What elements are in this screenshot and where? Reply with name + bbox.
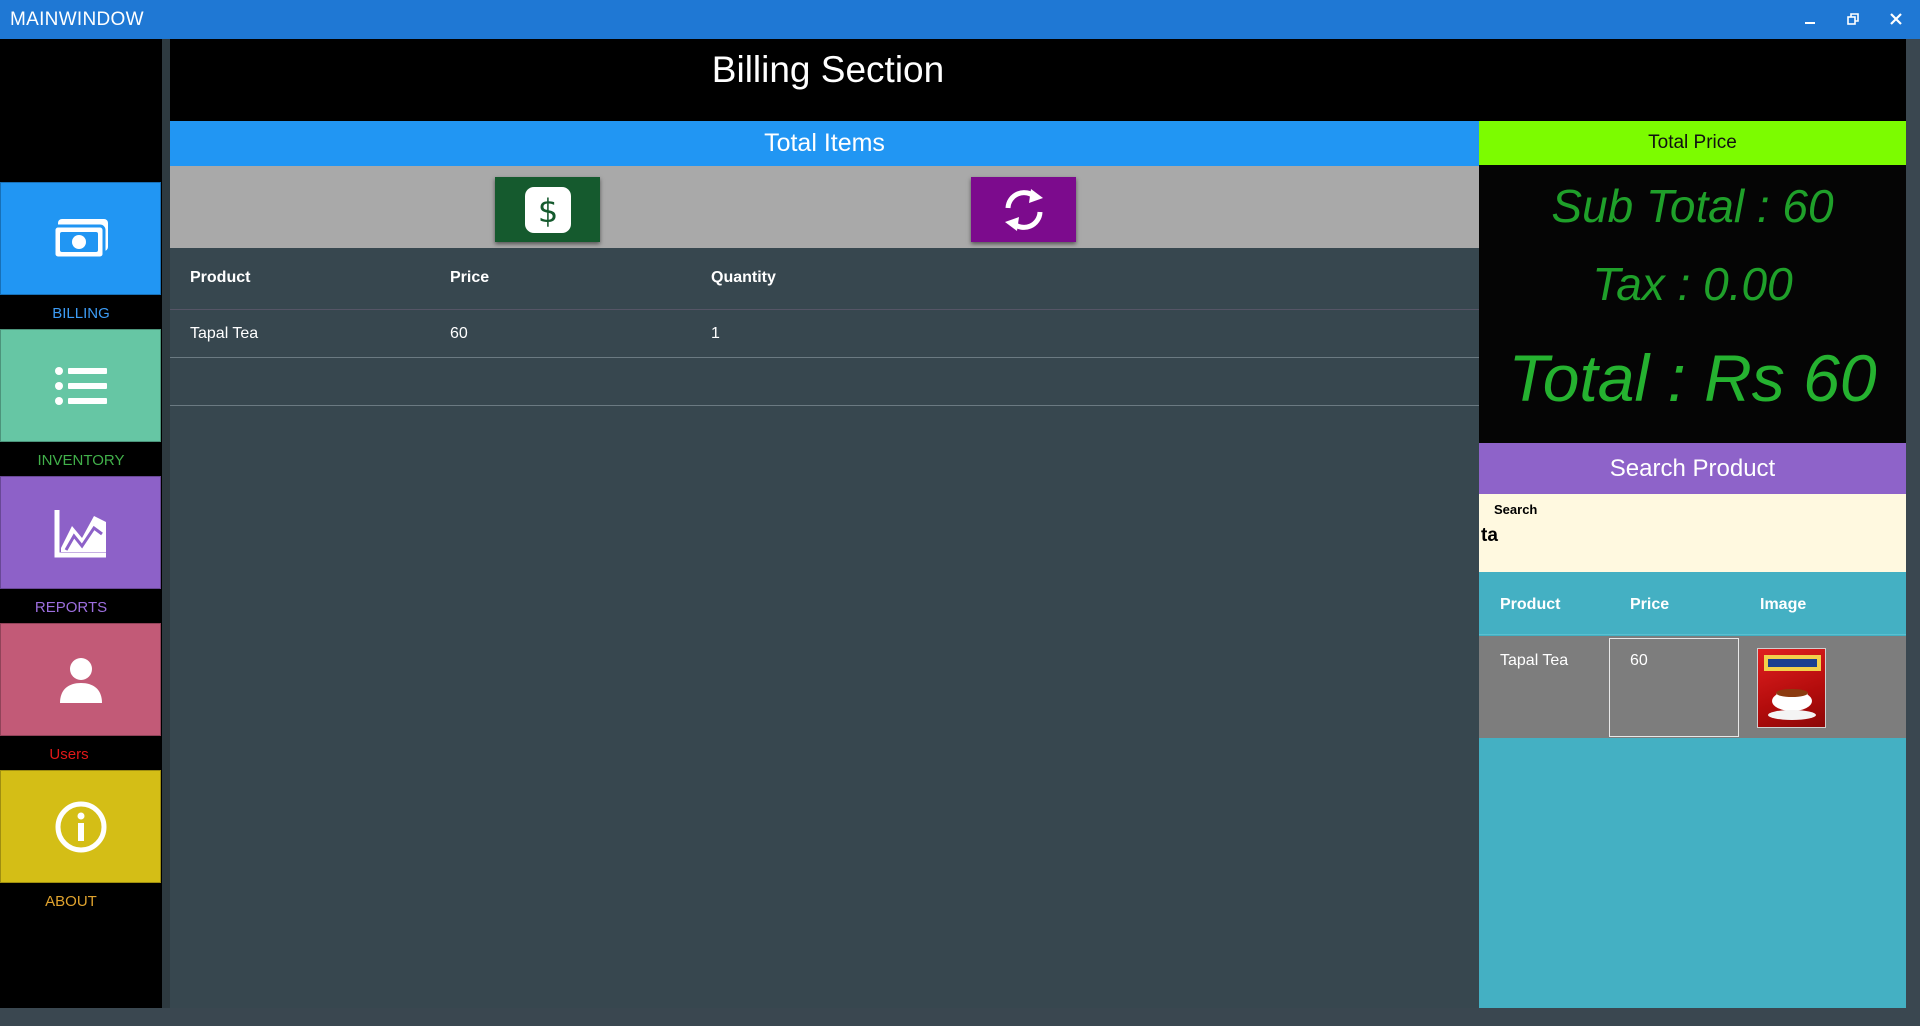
close-icon (1890, 13, 1902, 25)
table-row[interactable]: Tapal Tea 60 1 (170, 310, 1479, 358)
column-header-price: Price (1630, 596, 1670, 613)
sidebar-divider (162, 39, 170, 1008)
money-icon (52, 218, 108, 259)
items-table: Product Price Quantity Tapal Tea 60 1 (170, 248, 1479, 1008)
close-button[interactable] (1881, 6, 1911, 32)
page-header: Billing Section (170, 39, 1906, 121)
svg-text:$: $ (537, 192, 557, 230)
cell-product: Tapal Tea (190, 325, 259, 342)
sidebar-item-inventory[interactable] (0, 329, 161, 442)
sidebar-label-about: ABOUT (45, 893, 97, 910)
result-row[interactable]: Tapal Tea 60 (1479, 636, 1906, 738)
info-icon (55, 801, 106, 852)
column-header-product: Product (190, 269, 251, 286)
search-input[interactable] (1479, 516, 1906, 556)
price-summary: Sub Total : 60 Tax : 0.00 Total : Rs 60 (1479, 165, 1906, 443)
refresh-icon (1004, 188, 1043, 231)
cell-price: 60 (450, 325, 468, 342)
restore-button[interactable] (1838, 6, 1868, 32)
chart-line-icon (54, 509, 106, 557)
sidebar-label-reports: REPORTS (34, 599, 108, 616)
column-header-price: Price (450, 269, 490, 286)
column-header-quantity: Quantity (711, 269, 776, 286)
table-header: Product Price Quantity (170, 248, 1479, 310)
tax-text: Tax : 0.00 (1592, 258, 1793, 310)
title-bar: MAINWINDOW (0, 0, 1920, 39)
result-product: Tapal Tea (1500, 652, 1569, 669)
result-price: 60 (1630, 652, 1648, 669)
user-icon (59, 657, 102, 703)
table-row-empty[interactable] (170, 358, 1479, 406)
tapal-tea-pack-image (1757, 648, 1826, 728)
search-product-header: Search Product (1479, 443, 1906, 494)
minimize-button[interactable] (1795, 6, 1825, 32)
dollar-icon: $ (524, 186, 571, 233)
sidebar-item-about[interactable] (0, 770, 161, 883)
refresh-button[interactable] (971, 177, 1076, 242)
sidebar-label-users: Users (49, 746, 89, 763)
search-box: Search (1479, 494, 1906, 572)
sidebar-item-billing[interactable] (0, 182, 161, 295)
search-results-table: Product Price Image Tapal Tea 60 (1479, 572, 1906, 1008)
total-price-header: Total Price (1479, 121, 1906, 165)
window-title: MAINWINDOW (10, 9, 144, 30)
subtotal-text: Sub Total : 60 (1551, 180, 1834, 232)
list-icon (54, 366, 107, 405)
items-toolbar: $ (170, 166, 1479, 248)
column-header-image: Image (1760, 596, 1807, 613)
cell-quantity: 1 (711, 325, 720, 342)
total-items-header: Total Items (170, 121, 1479, 166)
search-label: Search (1494, 502, 1538, 517)
minimize-icon (1805, 22, 1815, 24)
sidebar-item-reports[interactable] (0, 476, 161, 589)
total-text: Total : Rs 60 (1508, 341, 1877, 415)
results-header: Product Price Image (1479, 572, 1906, 635)
column-header-product: Product (1500, 596, 1561, 613)
pay-button[interactable]: $ (495, 177, 600, 242)
sidebar-label-billing: BILLING (52, 305, 110, 322)
restore-icon (1847, 13, 1859, 25)
result-price-cell[interactable]: 60 (1609, 638, 1739, 737)
sidebar-label-inventory: INVENTORY (37, 452, 125, 469)
sidebar-item-users[interactable] (0, 623, 161, 736)
page-title: Billing Section (711, 49, 945, 90)
